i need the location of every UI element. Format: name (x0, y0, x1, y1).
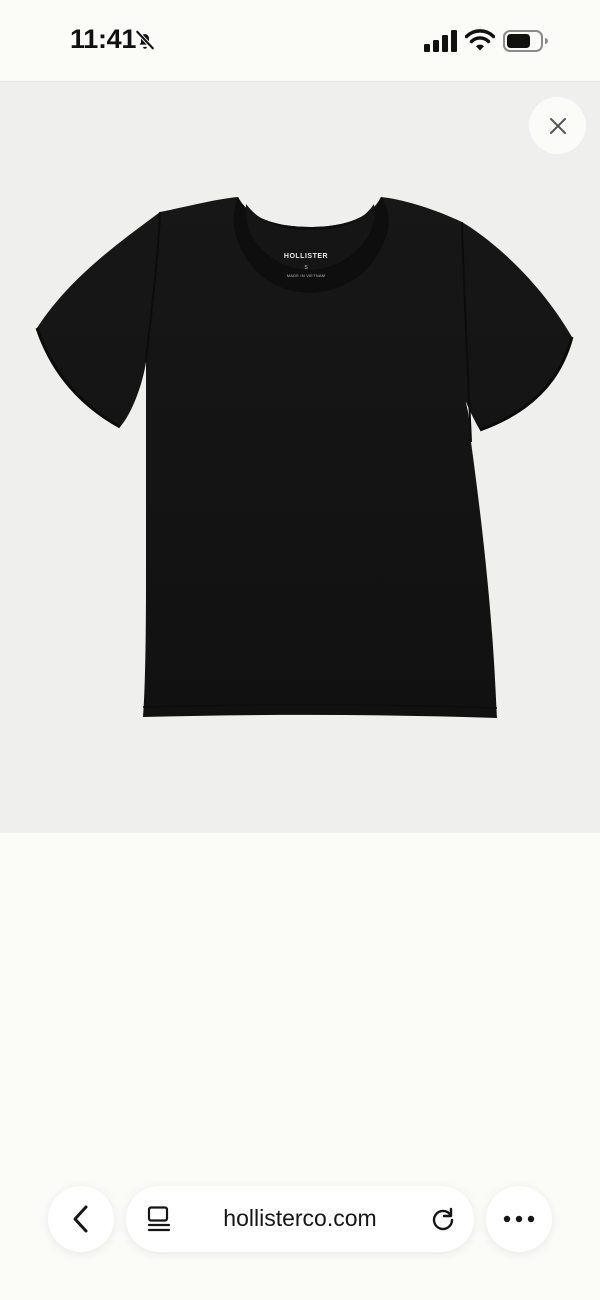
origin-label: MADE IN VIETNAM (286, 273, 326, 278)
address-bar[interactable]: hollisterco.com (126, 1186, 474, 1252)
cellular-signal-icon (424, 30, 457, 52)
wifi-icon (465, 29, 495, 51)
close-button[interactable] (529, 97, 586, 154)
close-icon (549, 117, 566, 134)
more-button[interactable] (486, 1186, 552, 1252)
brand-label: HOLLISTER (283, 253, 329, 260)
reload-icon[interactable] (430, 1206, 456, 1232)
bell-slash-icon (135, 29, 155, 51)
url-text[interactable]: hollisterco.com (126, 1205, 474, 1232)
back-button[interactable] (48, 1186, 114, 1252)
tshirt-image (35, 197, 574, 718)
battery-icon (503, 30, 548, 52)
product-image-area: HOLLISTER S MADE IN VIETNAM (0, 82, 600, 833)
more-icon (503, 1215, 535, 1223)
status-bar: 11:41 (0, 0, 600, 82)
chevron-left-icon (73, 1205, 88, 1233)
status-time: 11:41 (70, 24, 137, 54)
size-label: S (304, 265, 308, 271)
